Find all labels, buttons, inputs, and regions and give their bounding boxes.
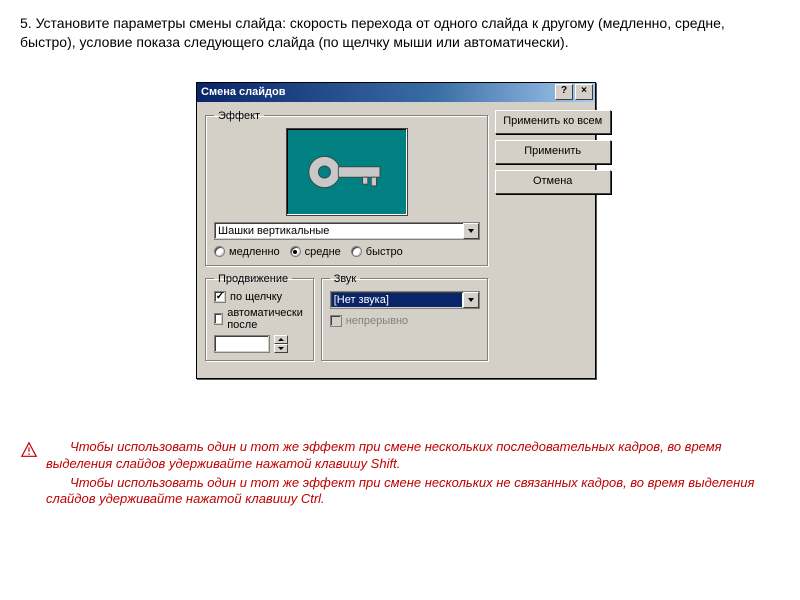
advance-group: Продвижение ✓ по щелчку автоматически по…	[205, 273, 315, 362]
speed-radio-group: медленно средне быстро	[214, 246, 480, 258]
spinner-up[interactable]	[274, 335, 288, 344]
advance-legend: Продвижение	[214, 273, 292, 285]
effect-group: Эффект	[205, 110, 489, 267]
sound-group: Звук [Нет звука] непрерывно	[321, 273, 489, 362]
effect-preview	[286, 128, 408, 216]
on-click-checkbox-row[interactable]: ✓ по щелчку	[214, 291, 306, 303]
loop-checkbox	[330, 315, 342, 327]
auto-after-label: автоматически после	[227, 307, 305, 331]
effect-combo[interactable]: Шашки вертикальные	[214, 222, 480, 240]
loop-checkbox-row: непрерывно	[330, 315, 480, 327]
hint-line-2: Чтобы использовать один и тот же эффект …	[46, 475, 772, 509]
auto-after-checkbox-row[interactable]: автоматически после	[214, 307, 306, 331]
spinner-down[interactable]	[274, 344, 288, 353]
speed-medium-label: средне	[305, 246, 341, 258]
sound-legend: Звук	[330, 273, 361, 285]
auto-after-spinner[interactable]	[274, 335, 288, 353]
hint-note: Чтобы использовать один и тот же эффект …	[20, 439, 772, 511]
speed-slow-label: медленно	[229, 246, 280, 258]
warning-icon	[20, 441, 38, 459]
speed-medium-radio[interactable]: средне	[290, 246, 341, 258]
dialog-title: Смена слайдов	[201, 86, 553, 98]
caret-up-icon	[278, 338, 284, 341]
speed-slow-radio[interactable]: медленно	[214, 246, 280, 258]
effect-combo-button[interactable]	[463, 223, 479, 239]
sound-combo-button[interactable]	[463, 292, 479, 308]
chevron-down-icon	[468, 229, 474, 233]
apply-button[interactable]: Применить	[495, 140, 611, 164]
on-click-checkbox[interactable]: ✓	[214, 291, 226, 303]
slide-transition-dialog: Смена слайдов ? × Эффект	[196, 82, 596, 379]
effect-combo-value: Шашки вертикальные	[215, 223, 463, 239]
hint-line-1: Чтобы использовать один и тот же эффект …	[46, 439, 772, 473]
close-button[interactable]: ×	[575, 84, 593, 100]
speed-fast-radio[interactable]: быстро	[351, 246, 403, 258]
auto-after-checkbox[interactable]	[214, 313, 223, 325]
help-button[interactable]: ?	[555, 84, 573, 100]
instruction-text: 5. Установите параметры смены слайда: ск…	[20, 14, 772, 52]
apply-all-button[interactable]: Применить ко всем	[495, 110, 611, 134]
sound-combo[interactable]: [Нет звука]	[330, 291, 480, 309]
effect-legend: Эффект	[214, 110, 264, 122]
speed-fast-label: быстро	[366, 246, 403, 258]
cancel-button[interactable]: Отмена	[495, 170, 611, 194]
auto-after-input[interactable]	[214, 335, 270, 353]
on-click-label: по щелчку	[230, 291, 282, 303]
sound-combo-value: [Нет звука]	[332, 293, 462, 307]
dialog-titlebar[interactable]: Смена слайдов ? ×	[197, 83, 595, 102]
chevron-down-icon	[468, 298, 474, 302]
key-icon	[301, 146, 393, 198]
loop-label: непрерывно	[346, 315, 408, 327]
caret-down-icon	[278, 347, 284, 350]
